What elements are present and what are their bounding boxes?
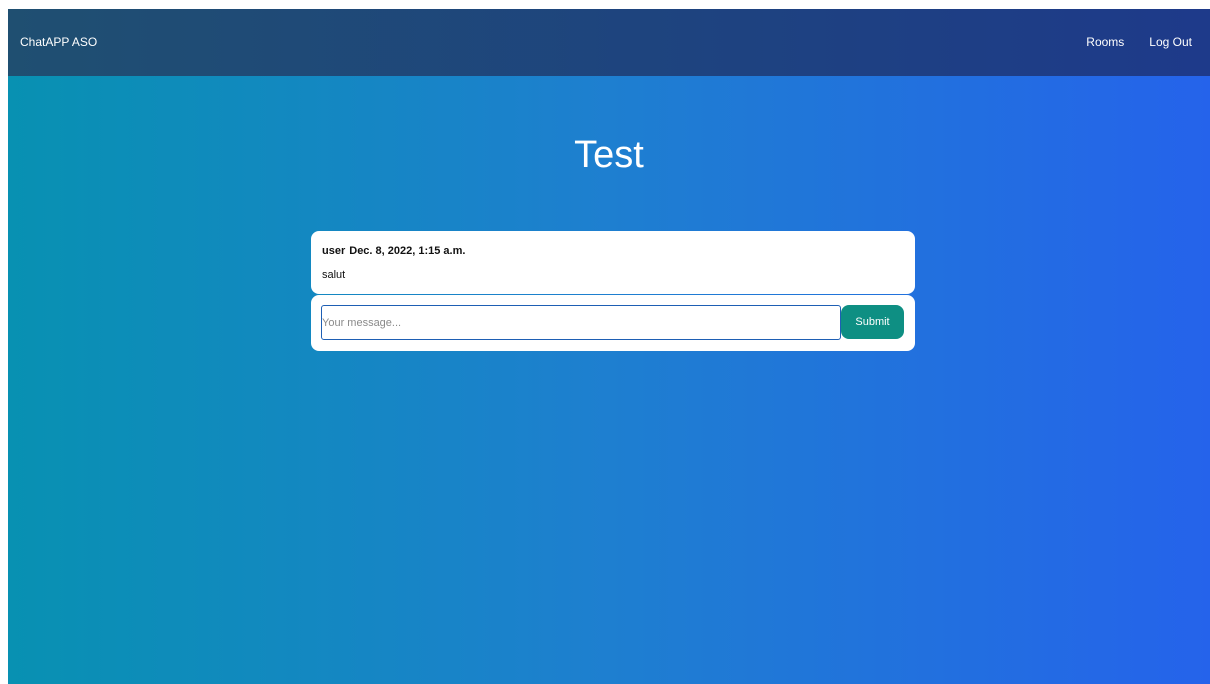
message-text: salut <box>322 269 346 281</box>
message-card: user Dec. 8, 2022, 1:15 a.m. salut <box>311 231 915 294</box>
navbar: ChatAPP ASO Rooms Log Out <box>8 9 1210 76</box>
nav-rooms-link[interactable]: Rooms <box>1086 35 1124 49</box>
message-timestamp: Dec. 8, 2022, 1:15 a.m. <box>349 245 466 257</box>
message-input[interactable] <box>321 305 841 340</box>
compose-form: Submit <box>311 295 915 351</box>
nav-logout-link[interactable]: Log Out <box>1149 35 1192 49</box>
message-author: user <box>322 245 346 257</box>
submit-button[interactable]: Submit <box>841 305 904 339</box>
brand-link[interactable]: ChatAPP ASO <box>20 35 97 49</box>
page-background: ChatAPP ASO Rooms Log Out Test user Dec. … <box>8 9 1210 684</box>
nav-links: Rooms Log Out <box>1086 35 1192 49</box>
message-header: user Dec. 8, 2022, 1:15 a.m. <box>322 245 904 257</box>
room-title: Test <box>574 134 644 176</box>
